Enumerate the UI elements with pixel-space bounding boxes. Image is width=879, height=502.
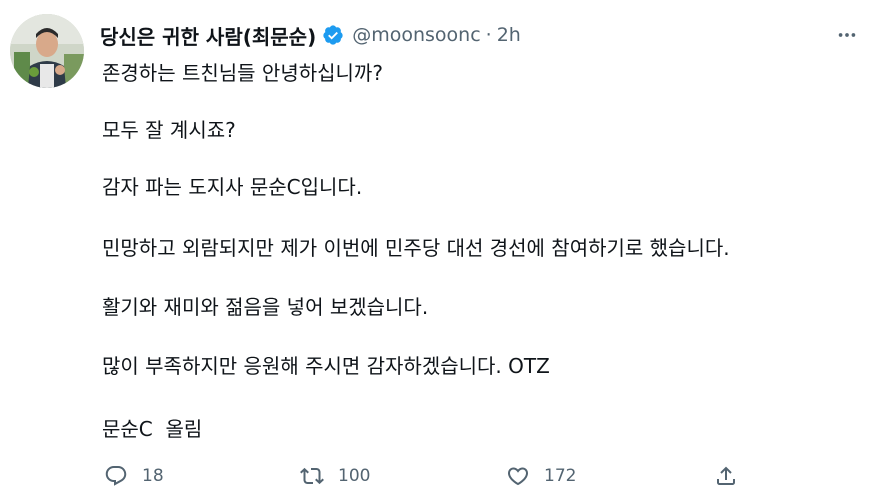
retweet-count: 100 [338, 466, 371, 486]
reply-count: 18 [142, 466, 164, 486]
tweet-header: 당신은 귀한 사람(최문순) @moonsoonc · 2h [100, 20, 521, 50]
like-count: 172 [544, 466, 577, 486]
tweet-actions: 18 100 172 [100, 458, 860, 494]
reply-icon [104, 464, 128, 488]
tweet-timestamp[interactable]: 2h [497, 24, 521, 46]
tweet-paragraph: 민망하고 외람되지만 제가 이번에 민주당 대선 경선에 참여하기로 했습니다. [102, 236, 730, 260]
tweet: 당신은 귀한 사람(최문순) @moonsoonc · 2h 존경하는 트친님들… [0, 0, 879, 502]
like-button[interactable]: 172 [506, 458, 576, 494]
retweet-icon [300, 464, 324, 488]
tweet-paragraph: 모두 잘 계시죠? [102, 118, 236, 142]
tweet-paragraph: 많이 부족하지만 응원해 주시면 감자하겠습니다. OTZ [102, 354, 550, 378]
share-icon [714, 464, 738, 488]
avatar-image [10, 14, 84, 88]
author-handle[interactable]: @moonsoonc [352, 24, 480, 46]
tweet-paragraph: 존경하는 트친님들 안녕하십니까? [102, 61, 383, 85]
separator-dot: · [485, 24, 492, 46]
share-button[interactable] [714, 458, 738, 494]
tweet-paragraph: 감자 파는 도지사 문순C입니다. [102, 175, 363, 199]
tweet-paragraph: 문순C 올림 [102, 417, 203, 441]
tweet-paragraph: 활기와 재미와 젊음을 넣어 보겠습니다. [102, 295, 429, 319]
reply-button[interactable]: 18 [104, 458, 164, 494]
verified-badge-icon [322, 24, 344, 46]
retweet-button[interactable]: 100 [300, 458, 370, 494]
avatar[interactable] [10, 14, 84, 88]
heart-icon [506, 464, 530, 488]
more-options-icon[interactable] [832, 22, 862, 48]
author-name[interactable]: 당신은 귀한 사람(최문순) [100, 21, 316, 50]
